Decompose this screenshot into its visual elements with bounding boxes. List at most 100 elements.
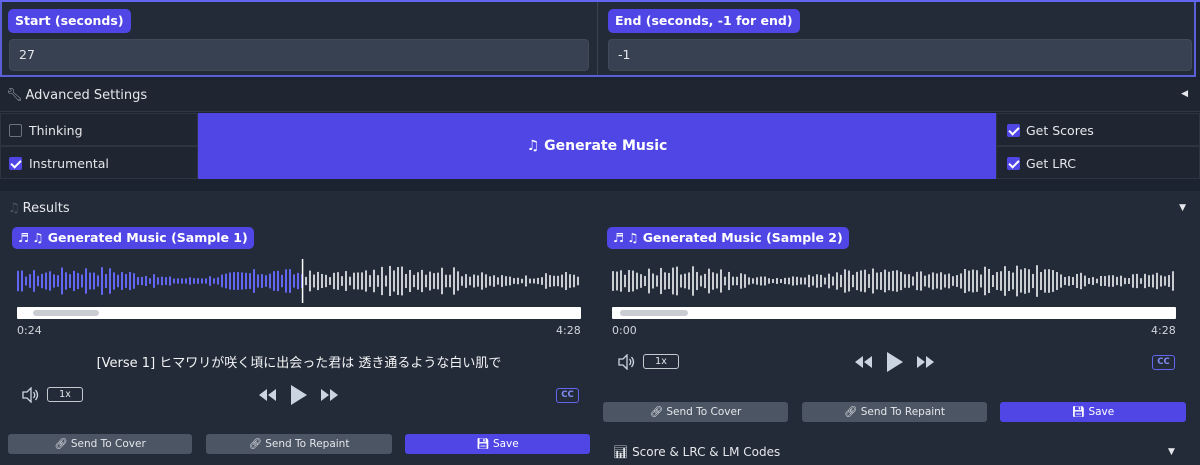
sample-2-waveform-bar — [916, 271, 918, 291]
sample-1-play-icon[interactable] — [288, 383, 310, 407]
sample-1-waveform-bar — [289, 269, 291, 293]
sample-1-send-to-repaint-label: Send To Repaint — [265, 438, 350, 450]
sample-1-waveform-bar — [433, 273, 435, 289]
sample-2-save-button[interactable]: 💾︎ Save — [1000, 402, 1186, 422]
sample-2-forward-icon[interactable] — [916, 355, 936, 369]
timing-panel: Start (seconds) 27 End (seconds, -1 for … — [0, 2, 1196, 77]
sample-2-waveform-bar — [648, 268, 650, 294]
sample-1-forward-icon[interactable] — [320, 388, 340, 402]
generate-music-button[interactable]: ♫ Generate Music — [198, 113, 996, 179]
sample-1-waveform-bar — [401, 266, 403, 296]
sample-2-cc-button[interactable]: CC — [1152, 355, 1175, 370]
sample-2-waveform-bar — [988, 268, 990, 294]
sample-1-save-button[interactable]: 💾︎ Save — [405, 434, 590, 454]
sample-1-waveform-bar — [129, 271, 131, 291]
sample-1-volume-icon[interactable] — [21, 387, 41, 403]
sample-1-waveform-bar — [309, 270, 311, 292]
thinking-option[interactable]: Thinking — [0, 113, 198, 146]
sample-2-save-label: Save — [1088, 406, 1115, 418]
sample-2-waveform-bar — [1052, 270, 1054, 292]
sample-1-waveform-bar — [269, 273, 271, 289]
sample-1-waveform-bar — [265, 275, 267, 287]
advanced-settings-accordion[interactable]: 🔧︎ Advanced Settings ◀ — [0, 80, 1200, 112]
sample-2-scrollbar[interactable] — [612, 307, 1176, 319]
sample-2-waveform-bar — [1160, 275, 1162, 287]
get-scores-option[interactable]: Get Scores — [996, 113, 1200, 146]
sample-2-waveform-bar — [956, 275, 958, 287]
sample-1-waveform-bar — [553, 275, 555, 287]
sample-2-waveform-bar — [728, 271, 730, 291]
sample-2-label-text: ♫ Generated Music (Sample 2) — [627, 230, 843, 245]
sample-2-play-icon[interactable] — [884, 350, 906, 374]
start-label: Start (seconds) — [8, 9, 131, 33]
get-lrc-checkbox[interactable] — [1007, 157, 1020, 170]
sample-2-rewind-icon[interactable] — [854, 355, 874, 369]
sample-1-scroll-thumb[interactable] — [33, 310, 99, 316]
sample-1-waveform-bar — [201, 278, 203, 284]
sample-2-waveform-bar — [1100, 275, 1102, 287]
sample-2-scroll-thumb[interactable] — [620, 310, 688, 316]
audio-icon: ♬ — [18, 230, 30, 245]
floppy-disk-icon: 💾︎ — [1071, 406, 1089, 418]
sample-1-waveform-bar — [153, 274, 155, 288]
sample-1-waveform-bar — [569, 274, 571, 288]
sample-2-speed-button[interactable]: 1x — [643, 354, 679, 369]
sample-2-send-to-repaint-button[interactable]: 🔗︎ Send To Repaint — [802, 402, 987, 422]
sample-2-waveform-bar — [1172, 271, 1174, 291]
sample-2-waveform-bar — [652, 273, 654, 289]
sample-1-waveform-bar — [425, 274, 427, 288]
sample-1-send-to-repaint-button[interactable]: 🔗︎ Send To Repaint — [206, 434, 392, 454]
get-scores-checkbox[interactable] — [1007, 124, 1020, 137]
thinking-checkbox[interactable] — [9, 124, 22, 137]
sample-1-waveform-bar — [385, 275, 387, 287]
sample-2-waveform-bar — [1020, 269, 1022, 293]
sample-1-waveform-bar — [389, 265, 391, 297]
score-lrc-caret-icon[interactable]: ▼ — [1168, 447, 1175, 457]
get-scores-label: Get Scores — [1026, 123, 1094, 138]
sample-1-scrollbar[interactable] — [17, 307, 581, 319]
sample-1-speed-button[interactable]: 1x — [47, 387, 83, 402]
sample-1-rewind-icon[interactable] — [258, 388, 278, 402]
sample-1-waveform-bar — [529, 278, 531, 284]
sample-1-waveform-bar — [501, 275, 503, 287]
sample-1-playhead[interactable] — [301, 259, 304, 303]
sample-2-waveform-bar — [684, 273, 686, 289]
instrumental-option[interactable]: Instrumental — [0, 146, 198, 179]
score-lrc-accordion[interactable]: 📊︎ Score & LRC & LM Codes — [613, 445, 780, 459]
sample-1-waveform-bar — [237, 272, 239, 290]
sample-1-save-label: Save — [492, 438, 519, 450]
sample-1-waveform-bar — [241, 272, 243, 290]
sample-1-waveform-bar — [293, 274, 295, 288]
sample-1-waveform-bar — [353, 272, 355, 290]
sample-1-waveform-bar — [233, 272, 235, 290]
sample-2-volume-icon[interactable] — [617, 354, 637, 370]
results-caret-icon[interactable]: ▼ — [1179, 203, 1186, 213]
start-input[interactable]: 27 — [9, 39, 589, 71]
collapse-caret-icon[interactable]: ◀ — [1181, 89, 1188, 99]
sample-1-cc-button[interactable]: CC — [556, 388, 579, 403]
sample-2-waveform-bar — [832, 276, 834, 286]
sample-2-waveform-bar — [1076, 273, 1078, 289]
sample-2-waveform-bar — [924, 275, 926, 287]
sample-1-waveform-bar — [313, 274, 315, 288]
sample-2-waveform-bar — [1024, 268, 1026, 294]
sample-1-waveform-bar — [145, 275, 147, 287]
sample-1-waveform[interactable] — [17, 259, 581, 303]
sample-2-waveform-bar — [908, 274, 910, 288]
sample-2-waveform-bar — [828, 273, 830, 289]
sample-2-waveform[interactable] — [612, 259, 1176, 303]
sample-1-send-to-cover-button[interactable]: 🔗︎ Send To Cover — [8, 434, 192, 454]
sample-2-send-to-cover-button[interactable]: 🔗︎ Send To Cover — [603, 402, 788, 422]
sample-1-waveform-bar — [497, 277, 499, 285]
get-lrc-option[interactable]: Get LRC — [996, 146, 1200, 179]
results-accordion[interactable]: ♫ Results ▼ — [0, 191, 1200, 223]
end-input[interactable]: -1 — [608, 39, 1192, 71]
sample-1-waveform-bar — [413, 274, 415, 288]
sample-1-waveform-bar — [277, 270, 279, 292]
sample-2-waveform-bar — [696, 271, 698, 291]
sample-1-waveform-bar — [417, 272, 419, 290]
sample-2-waveform-bar — [632, 270, 634, 292]
instrumental-checkbox[interactable] — [9, 157, 22, 170]
sample-1-waveform-bar — [49, 271, 51, 291]
sample-2-waveform-bar — [1144, 273, 1146, 289]
